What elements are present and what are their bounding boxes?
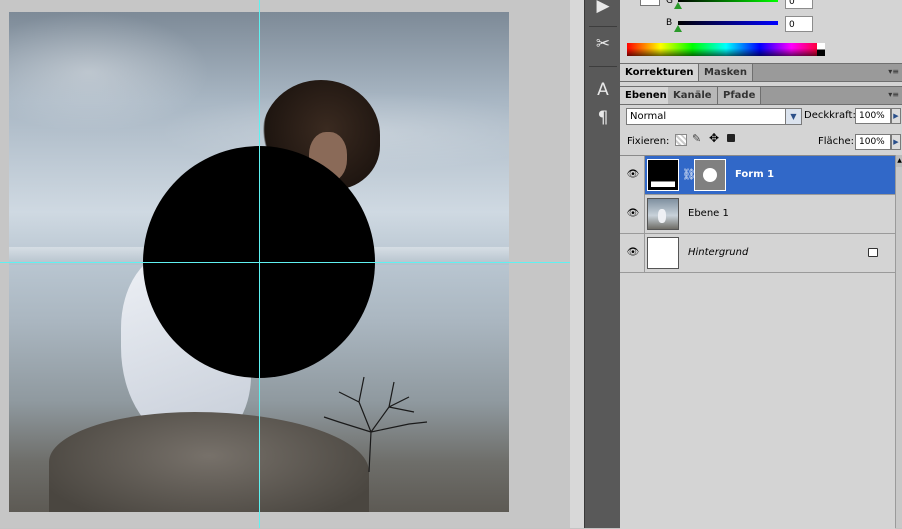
document-canvas[interactable] — [0, 0, 570, 528]
fill-slider-toggle[interactable]: ▶ — [891, 134, 901, 150]
tool-separator — [589, 26, 617, 27]
layer-name[interactable]: Form 1 — [735, 169, 774, 180]
horizontal-guide[interactable] — [0, 262, 570, 263]
g-channel-label: G — [666, 0, 673, 6]
tab-pfade[interactable]: Pfade — [718, 87, 762, 104]
vector-mask-thumb[interactable] — [694, 159, 726, 191]
visibility-column[interactable]: 👁 — [620, 156, 645, 195]
layers-scrollbar[interactable]: ▲ — [895, 155, 902, 528]
right-panels: G 0 B 0 Korrekturen Masken ▾≡ Ebenen Kan… — [620, 0, 902, 529]
tab-kanaele[interactable]: Kanäle — [668, 87, 718, 104]
tools-icon[interactable]: ✂ — [590, 32, 616, 56]
blend-mode-value: Normal — [630, 111, 667, 122]
lock-icon[interactable] — [727, 134, 735, 142]
eye-icon[interactable]: 👁 — [624, 206, 642, 222]
b-channel-label: B — [666, 18, 673, 28]
g-slider[interactable] — [678, 0, 778, 2]
panel-menu-icon[interactable]: ▾≡ — [888, 67, 899, 76]
layer-name[interactable]: Ebene 1 — [688, 208, 729, 219]
panel-dock-strip: ▶ ✂ A ¶ — [584, 0, 621, 528]
visibility-column[interactable]: 👁 — [620, 234, 645, 273]
layer-name[interactable]: Hintergrund — [688, 247, 748, 258]
layer-row-ebene1[interactable]: 👁 Ebene 1 — [620, 195, 895, 234]
eye-icon[interactable]: 👁 — [624, 245, 642, 261]
play-icon[interactable]: ▶ — [590, 0, 616, 18]
opacity-field[interactable]: 100% — [855, 108, 891, 124]
layers-tabbar: Ebenen Kanäle Pfade ▾≡ — [620, 86, 902, 105]
lock-transparent-icon[interactable] — [675, 134, 687, 146]
b-slider-handle[interactable] — [674, 25, 682, 32]
opacity-slider-toggle[interactable]: ▶ — [891, 108, 901, 124]
visibility-column[interactable]: 👁 — [620, 195, 645, 234]
fill-label: Fläche: — [818, 136, 855, 147]
layer-thumb-image[interactable] — [647, 198, 679, 230]
lock-position-icon[interactable]: ✥ — [709, 131, 719, 145]
layer-thumb-background[interactable] — [647, 237, 679, 269]
lock-label: Fixieren: — [627, 136, 670, 147]
tab-ebenen[interactable]: Ebenen — [620, 87, 673, 104]
tab-masken[interactable]: Masken — [699, 64, 753, 81]
lock-pixels-icon[interactable]: ✎ — [692, 132, 701, 145]
layer-row-form1[interactable]: 👁 ⛓ Form 1 — [620, 156, 895, 195]
layers-list: 👁 ⛓ Form 1 👁 Ebene 1 👁 Hintergrund — [620, 155, 895, 529]
pilcrow-icon[interactable]: ¶ — [590, 106, 616, 130]
scroll-up-arrow[interactable]: ▲ — [896, 155, 902, 167]
blend-mode-select[interactable]: Normal ▼ — [626, 108, 802, 125]
color-swatch[interactable] — [640, 0, 660, 6]
opacity-label: Deckkraft: — [804, 110, 856, 121]
layer-row-hintergrund[interactable]: 👁 Hintergrund — [620, 234, 895, 273]
g-slider-handle[interactable] — [674, 2, 682, 9]
adjustments-tabbar: Korrekturen Masken ▾≡ — [620, 63, 902, 82]
image-branch — [323, 376, 428, 472]
character-icon[interactable]: A — [590, 78, 616, 102]
b-value-field[interactable]: 0 — [785, 16, 813, 32]
black-white-swatch[interactable] — [817, 43, 825, 56]
eye-icon[interactable]: 👁 — [624, 167, 642, 183]
vertical-guide[interactable] — [259, 0, 260, 528]
tool-separator — [589, 66, 617, 67]
canvas-panel-divider — [570, 0, 584, 528]
chevron-down-icon[interactable]: ▼ — [785, 109, 801, 124]
color-spectrum-ramp[interactable] — [627, 43, 825, 56]
tab-korrekturen[interactable]: Korrekturen — [620, 64, 700, 81]
b-slider[interactable] — [678, 21, 778, 25]
g-value-field[interactable]: 0 — [785, 0, 813, 9]
layer-thumb-vector[interactable] — [647, 159, 679, 191]
lock-icon — [868, 248, 878, 257]
fill-field[interactable]: 100% — [855, 134, 891, 150]
panel-menu-icon[interactable]: ▾≡ — [888, 90, 899, 99]
